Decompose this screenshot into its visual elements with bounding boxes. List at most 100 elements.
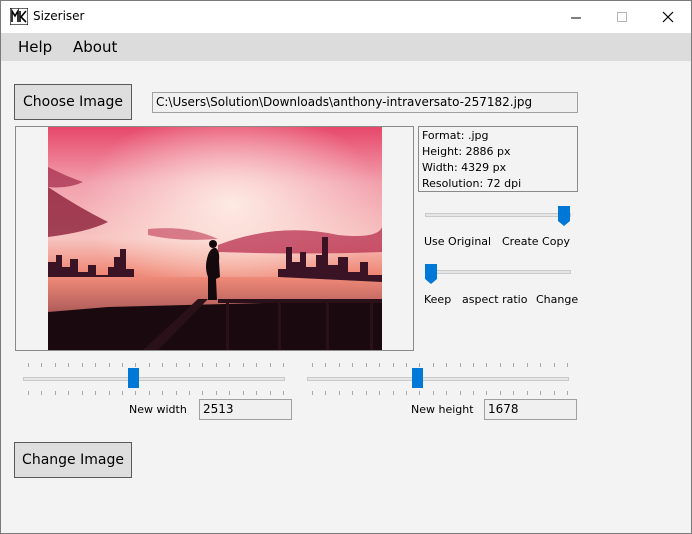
slider-tick xyxy=(122,391,123,395)
close-icon xyxy=(662,11,674,23)
slider-tick xyxy=(419,391,420,395)
slider-tick xyxy=(500,363,501,367)
width-slider-track[interactable] xyxy=(23,377,285,381)
slider-tick xyxy=(446,363,447,367)
slider-tick xyxy=(393,391,394,395)
change-label: Change xyxy=(536,293,579,306)
slider-tick xyxy=(312,363,313,367)
copy-slider-track[interactable] xyxy=(425,213,571,217)
slider-tick xyxy=(28,391,29,395)
slider-tick xyxy=(256,391,257,395)
slider-tick xyxy=(270,391,271,395)
close-button[interactable] xyxy=(645,1,691,33)
slider-tick xyxy=(229,391,230,395)
aspect-slider-thumb[interactable] xyxy=(425,264,437,284)
new-height-label: New height xyxy=(411,403,474,416)
slider-tick xyxy=(352,391,353,395)
slider-tick xyxy=(540,391,541,395)
slider-tick xyxy=(500,391,501,395)
slider-tick xyxy=(135,363,136,367)
slider-tick xyxy=(473,363,474,367)
slider-tick xyxy=(149,391,150,395)
slider-tick xyxy=(486,391,487,395)
slider-tick xyxy=(82,363,83,367)
format-info: Format: .jpg xyxy=(422,129,489,142)
slider-tick xyxy=(162,363,163,367)
slider-tick xyxy=(325,391,326,395)
slider-tick xyxy=(122,363,123,367)
height-slider-track[interactable] xyxy=(307,377,569,381)
slider-tick xyxy=(339,391,340,395)
choose-image-button[interactable]: Choose Image xyxy=(14,84,132,120)
width-slider-thumb[interactable] xyxy=(128,368,139,388)
change-image-button[interactable]: Change Image xyxy=(14,442,132,478)
minimize-icon xyxy=(570,17,581,18)
slider-tick xyxy=(283,391,284,395)
slider-tick xyxy=(513,363,514,367)
aspect-slider-track[interactable] xyxy=(425,270,571,274)
height-info: Height: 2886 px xyxy=(422,145,511,158)
slider-tick xyxy=(379,363,380,367)
keep-label: Keep xyxy=(424,293,452,306)
use-original-label: Use Original xyxy=(424,235,492,248)
slider-tick xyxy=(68,391,69,395)
resolution-info: Resolution: 72 dpi xyxy=(422,177,522,190)
slider-tick xyxy=(406,363,407,367)
slider-tick xyxy=(473,391,474,395)
slider-tick xyxy=(352,363,353,367)
slider-tick xyxy=(202,363,203,367)
slider-tick xyxy=(256,363,257,367)
menu-about[interactable]: About xyxy=(73,38,117,56)
app-logo-icon xyxy=(10,8,28,25)
image-info-panel: Format: .jpg Height: 2886 px Width: 4329… xyxy=(418,126,578,192)
copy-slider-thumb[interactable] xyxy=(558,206,570,226)
slider-tick xyxy=(366,391,367,395)
minimize-button[interactable] xyxy=(553,1,599,33)
height-slider-ticks-top xyxy=(312,363,568,367)
slider-tick xyxy=(419,363,420,367)
app-window: Sizeriser Help About Choose Image C:\Use… xyxy=(0,0,692,534)
slider-tick xyxy=(216,363,217,367)
slider-tick xyxy=(433,363,434,367)
slider-tick xyxy=(176,363,177,367)
slider-tick xyxy=(189,363,190,367)
slider-tick xyxy=(149,363,150,367)
slider-tick xyxy=(162,391,163,395)
slider-tick xyxy=(229,363,230,367)
window-title: Sizeriser xyxy=(33,9,85,23)
slider-tick xyxy=(446,391,447,395)
title-bar: Sizeriser xyxy=(1,1,691,33)
new-width-input[interactable]: 2513 xyxy=(199,399,292,420)
slider-tick xyxy=(433,391,434,395)
slider-tick xyxy=(135,391,136,395)
slider-tick xyxy=(109,391,110,395)
file-path-field[interactable]: C:\Users\Solution\Downloads\anthony-intr… xyxy=(152,92,578,113)
slider-tick xyxy=(486,363,487,367)
slider-tick xyxy=(68,363,69,367)
slider-tick xyxy=(82,391,83,395)
width-slider-ticks-top xyxy=(28,363,284,367)
menu-bar: Help About xyxy=(1,33,691,61)
slider-tick xyxy=(527,391,528,395)
slider-tick xyxy=(312,391,313,395)
slider-tick xyxy=(325,363,326,367)
width-slider-ticks-bottom xyxy=(28,391,284,395)
maximize-button[interactable] xyxy=(599,1,645,33)
image-preview xyxy=(48,127,382,350)
new-height-input[interactable]: 1678 xyxy=(484,399,577,420)
slider-tick xyxy=(95,363,96,367)
slider-tick xyxy=(109,363,110,367)
height-slider-thumb[interactable] xyxy=(412,368,423,388)
slider-tick xyxy=(339,363,340,367)
slider-tick xyxy=(55,391,56,395)
slider-tick xyxy=(460,391,461,395)
slider-tick xyxy=(540,363,541,367)
width-info: Width: 4329 px xyxy=(422,161,507,174)
slider-tick xyxy=(460,363,461,367)
slider-tick xyxy=(554,363,555,367)
maximize-icon xyxy=(616,11,627,22)
slider-tick xyxy=(554,391,555,395)
slider-tick xyxy=(41,391,42,395)
slider-tick xyxy=(95,391,96,395)
menu-help[interactable]: Help xyxy=(18,38,52,56)
